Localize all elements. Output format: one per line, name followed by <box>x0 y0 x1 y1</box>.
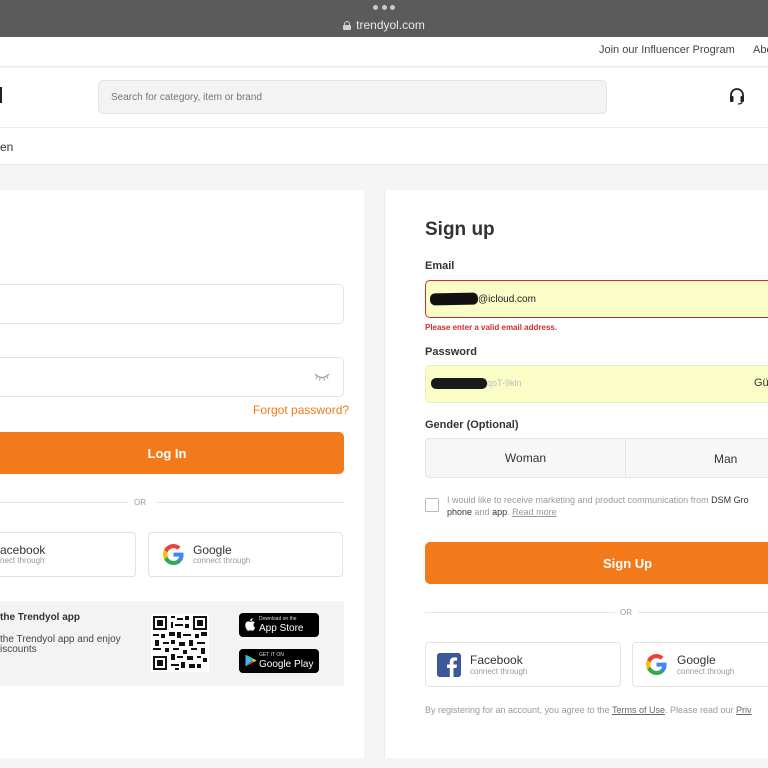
marketing-consent-checkbox[interactable] <box>425 498 439 512</box>
gender-label: Gender (Optional) <box>425 419 519 431</box>
email-field-value: @icloud.com <box>478 294 536 305</box>
search-input[interactable] <box>98 80 607 114</box>
consent-text-part: I would like to receive marketing and pr… <box>447 495 712 505</box>
qr-code-icon <box>151 614 209 672</box>
logo-fragment[interactable] <box>0 87 2 103</box>
facebook-sublabel: nect through <box>0 556 45 565</box>
signup-title: Sign up <box>425 219 495 240</box>
or-divider-label: OR <box>620 608 632 617</box>
terms-text-part: . Please read our <box>664 705 737 715</box>
app-store-label: App Store <box>259 623 304 634</box>
browser-url[interactable]: trendyol.com <box>0 18 768 32</box>
gender-woman-button[interactable]: Woman <box>425 438 626 478</box>
app-promo-title: the Trendyol app <box>0 612 81 623</box>
google-play-label: Google Play <box>259 659 314 670</box>
or-divider-label: OR <box>134 498 146 507</box>
terms-of-use-link[interactable]: Terms of Use <box>612 705 665 715</box>
facebook-label: Facebook <box>470 653 523 667</box>
consent-app: app <box>492 507 508 517</box>
app-store-button[interactable]: Download on the App Store <box>239 613 319 637</box>
browser-more-dots-icon[interactable] <box>373 5 395 11</box>
headset-icon[interactable] <box>728 87 746 105</box>
about-link[interactable]: Abo <box>753 44 768 56</box>
url-text: trendyol.com <box>356 18 425 32</box>
hide-password-icon[interactable] <box>314 372 330 382</box>
consent-company: DSM Gro <box>711 495 749 505</box>
google-play-icon <box>245 654 257 667</box>
terms-text: By registering for an account, you agree… <box>425 705 752 715</box>
gender-man-label: Man <box>714 452 738 466</box>
divider <box>156 502 344 503</box>
gender-man-button[interactable]: Man <box>626 438 768 478</box>
forgot-password-link[interactable]: Forgot password? <box>253 403 349 417</box>
app-store-small-text: Download on the <box>259 616 297 622</box>
apple-icon <box>245 618 256 631</box>
password-field-value: qoT-9kln <box>487 378 522 388</box>
nav-item[interactable]: en <box>0 140 13 154</box>
login-password-field[interactable] <box>0 357 344 397</box>
divider <box>638 612 768 613</box>
divider <box>0 502 128 503</box>
google-play-small-text: GET IT ON <box>259 652 284 658</box>
facebook-icon <box>437 653 461 677</box>
redaction-mark <box>429 292 479 306</box>
page-bottom <box>0 758 768 768</box>
password-strength-label: Gü <box>754 377 768 389</box>
consent-text-part: and <box>472 507 493 517</box>
google-label: Google <box>677 653 716 667</box>
google-sublabel: connect through <box>677 667 735 676</box>
facebook-label: acebook <box>0 543 46 557</box>
google-sublabel: connect through <box>193 556 251 565</box>
password-label: Password <box>425 346 477 358</box>
google-label: Google <box>193 543 232 557</box>
login-button[interactable]: Log In <box>0 432 344 474</box>
consent-phone: phone <box>447 507 473 517</box>
login-email-field[interactable] <box>0 284 344 324</box>
influencer-program-link[interactable]: Join our Influencer Program <box>599 44 735 56</box>
terms-text-part: By registering for an account, you agree… <box>425 705 612 715</box>
lock-icon <box>343 21 352 30</box>
page: trendyol.com Join our Influencer Program… <box>0 0 768 768</box>
consent-text: phone and app. Read more <box>447 507 557 517</box>
google-icon <box>645 653 667 676</box>
privacy-link[interactable]: Priv <box>736 705 752 715</box>
app-promo-text: iscounts <box>0 644 37 655</box>
email-label: Email <box>425 260 455 272</box>
google-icon <box>162 543 184 566</box>
facebook-sublabel: connect through <box>470 667 528 676</box>
email-error-message: Please enter a valid email address. <box>425 323 558 332</box>
redaction-mark <box>431 378 487 389</box>
category-nav <box>0 128 768 165</box>
consent-text: I would like to receive marketing and pr… <box>447 495 749 505</box>
divider <box>425 612 615 613</box>
google-play-button[interactable]: GET IT ON Google Play <box>239 649 319 673</box>
read-more-link[interactable]: Read more <box>512 507 557 517</box>
signup-button[interactable]: Sign Up <box>425 542 768 584</box>
